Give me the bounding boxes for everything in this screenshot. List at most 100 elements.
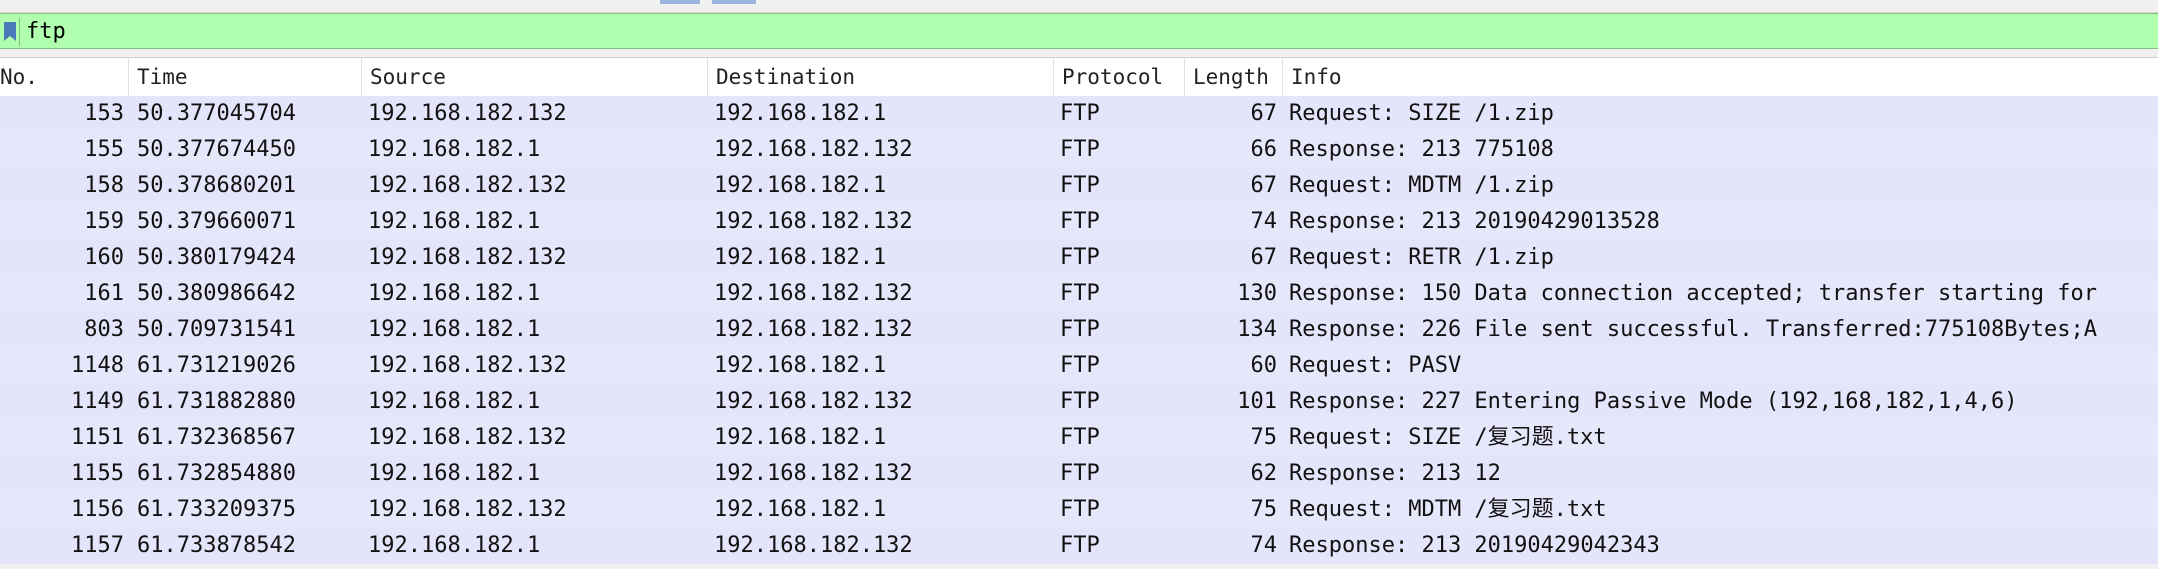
packet-number: 153 [84, 101, 124, 126]
packet-source: 192.168.182.1 [368, 461, 541, 486]
packet-source: 192.168.182.132 [368, 353, 567, 378]
packet-destination: 192.168.182.132 [714, 389, 913, 414]
packet-length: 130 [1237, 281, 1277, 306]
column-header-info[interactable]: Info [1283, 58, 2158, 96]
packet-time: 50.377674450 [137, 137, 296, 162]
packet-list-header: No. Time Source Destination Protocol Len… [0, 58, 2158, 97]
packet-destination: 192.168.182.1 [714, 497, 887, 522]
bookmark-icon[interactable] [0, 18, 20, 46]
packet-destination: 192.168.182.132 [714, 317, 913, 342]
packet-source: 192.168.182.132 [368, 425, 567, 450]
separator [0, 49, 2158, 58]
packet-number: 160 [84, 245, 124, 270]
bottom-separator [0, 564, 2158, 569]
packet-row[interactable]: 1148 61.731219026 192.168.182.132 192.168.1… [0, 348, 2158, 384]
packet-destination: 192.168.182.132 [714, 209, 913, 234]
display-filter-input[interactable] [22, 16, 2158, 46]
packet-protocol: FTP [1060, 209, 1100, 234]
packet-protocol: FTP [1060, 425, 1100, 450]
packet-time: 61.731219026 [137, 353, 296, 378]
packet-list[interactable]: 153 50.377045704 192.168.182.132 192.168.18… [0, 96, 2158, 564]
packet-protocol: FTP [1060, 137, 1100, 162]
packet-time: 61.732854880 [137, 461, 296, 486]
packet-row[interactable]: 1151 61.732368567 192.168.182.132 192.168.1… [0, 420, 2158, 456]
packet-destination: 192.168.182.1 [714, 101, 887, 126]
packet-info: Response: 150 Data connection accepted; … [1289, 281, 2097, 306]
packet-destination: 192.168.182.132 [714, 137, 913, 162]
column-header-protocol[interactable]: Protocol [1054, 58, 1185, 96]
packet-protocol: FTP [1060, 281, 1100, 306]
packet-row[interactable]: 158 50.378680201 192.168.182.132 192.168.18… [0, 168, 2158, 204]
packet-protocol: FTP [1060, 317, 1100, 342]
packet-protocol: FTP [1060, 461, 1100, 486]
packet-length: 66 [1250, 137, 1278, 162]
packet-number: 803 [84, 317, 124, 342]
packet-length: 60 [1250, 353, 1278, 378]
packet-source: 192.168.182.1 [368, 209, 541, 234]
column-header-source[interactable]: Source [362, 58, 708, 96]
packet-info: Request: SIZE /1.zip [1289, 101, 1554, 126]
packet-info: Request: SIZE /复习题.txt [1289, 425, 1607, 450]
packet-destination: 192.168.182.1 [714, 353, 887, 378]
packet-row[interactable]: 1156 61.733209375 192.168.182.132 192.168.1… [0, 492, 2158, 528]
packet-time: 50.380986642 [137, 281, 296, 306]
column-header-no[interactable]: No. [0, 58, 129, 96]
packet-number: 1157 [71, 533, 124, 558]
packet-time: 50.709731541 [137, 317, 296, 342]
packet-number: 1151 [71, 425, 124, 450]
column-header-length[interactable]: Length [1185, 58, 1283, 96]
packet-length: 101 [1237, 389, 1277, 414]
packet-time: 50.379660071 [137, 209, 296, 234]
packet-length: 62 [1250, 461, 1278, 486]
display-filter-bar [0, 13, 2158, 49]
packet-source: 192.168.182.1 [368, 137, 541, 162]
packet-number: 161 [84, 281, 124, 306]
packet-protocol: FTP [1060, 533, 1100, 558]
packet-time: 50.380179424 [137, 245, 296, 270]
packet-source: 192.168.182.1 [368, 389, 541, 414]
packet-info: Request: MDTM /复习题.txt [1289, 497, 1607, 522]
packet-destination: 192.168.182.132 [714, 533, 913, 558]
packet-info: Response: 213 20190429042343 [1289, 533, 1660, 558]
packet-row[interactable]: 161 50.380986642 192.168.182.1 192.168.182.… [0, 276, 2158, 312]
packet-length: 67 [1250, 101, 1278, 126]
packet-time: 61.732368567 [137, 425, 296, 450]
packet-row[interactable]: 1149 61.731882880 192.168.182.1 192.168.182… [0, 384, 2158, 420]
packet-source: 192.168.182.1 [368, 533, 541, 558]
packet-length: 74 [1250, 533, 1278, 558]
packet-number: 155 [84, 137, 124, 162]
packet-protocol: FTP [1060, 353, 1100, 378]
column-header-time[interactable]: Time [129, 58, 362, 96]
packet-number: 1155 [71, 461, 124, 486]
packet-info: Response: 213 20190429013528 [1289, 209, 1660, 234]
packet-row[interactable]: 803 50.709731541 192.168.182.1 192.168.182.… [0, 312, 2158, 348]
toolbar-strip [0, 0, 2158, 13]
packet-time: 50.377045704 [137, 101, 296, 126]
packet-number: 158 [84, 173, 124, 198]
packet-row[interactable]: 155 50.377674450 192.168.182.1 192.168.182.… [0, 132, 2158, 168]
packet-number: 1156 [71, 497, 124, 522]
packet-info: Response: 226 File sent successful. Tran… [1289, 317, 2097, 342]
packet-length: 74 [1250, 209, 1278, 234]
packet-destination: 192.168.182.1 [714, 425, 887, 450]
packet-source: 192.168.182.1 [368, 281, 541, 306]
packet-source: 192.168.182.1 [368, 317, 541, 342]
packet-row[interactable]: 1155 61.732854880 192.168.182.1 192.168.182… [0, 456, 2158, 492]
packet-info: Request: RETR /1.zip [1289, 245, 1554, 270]
packet-info: Response: 213 775108 [1289, 137, 1554, 162]
packet-source: 192.168.182.132 [368, 497, 567, 522]
packet-length: 134 [1237, 317, 1277, 342]
column-header-destination[interactable]: Destination [708, 58, 1054, 96]
packet-row[interactable]: 159 50.379660071 192.168.182.1 192.168.182.… [0, 204, 2158, 240]
packet-row[interactable]: 1157 61.733878542 192.168.182.1 192.168.182… [0, 528, 2158, 564]
packet-row[interactable]: 160 50.380179424 192.168.182.132 192.168.18… [0, 240, 2158, 276]
packet-time: 61.733209375 [137, 497, 296, 522]
packet-info: Request: PASV [1289, 353, 1462, 378]
toolbar-tab-indicator [712, 0, 756, 4]
packet-protocol: FTP [1060, 389, 1100, 414]
packet-row[interactable]: 153 50.377045704 192.168.182.132 192.168.18… [0, 96, 2158, 132]
packet-destination: 192.168.182.132 [714, 461, 913, 486]
toolbar-tab-indicator [660, 0, 700, 4]
packet-protocol: FTP [1060, 173, 1100, 198]
packet-time: 50.378680201 [137, 173, 296, 198]
